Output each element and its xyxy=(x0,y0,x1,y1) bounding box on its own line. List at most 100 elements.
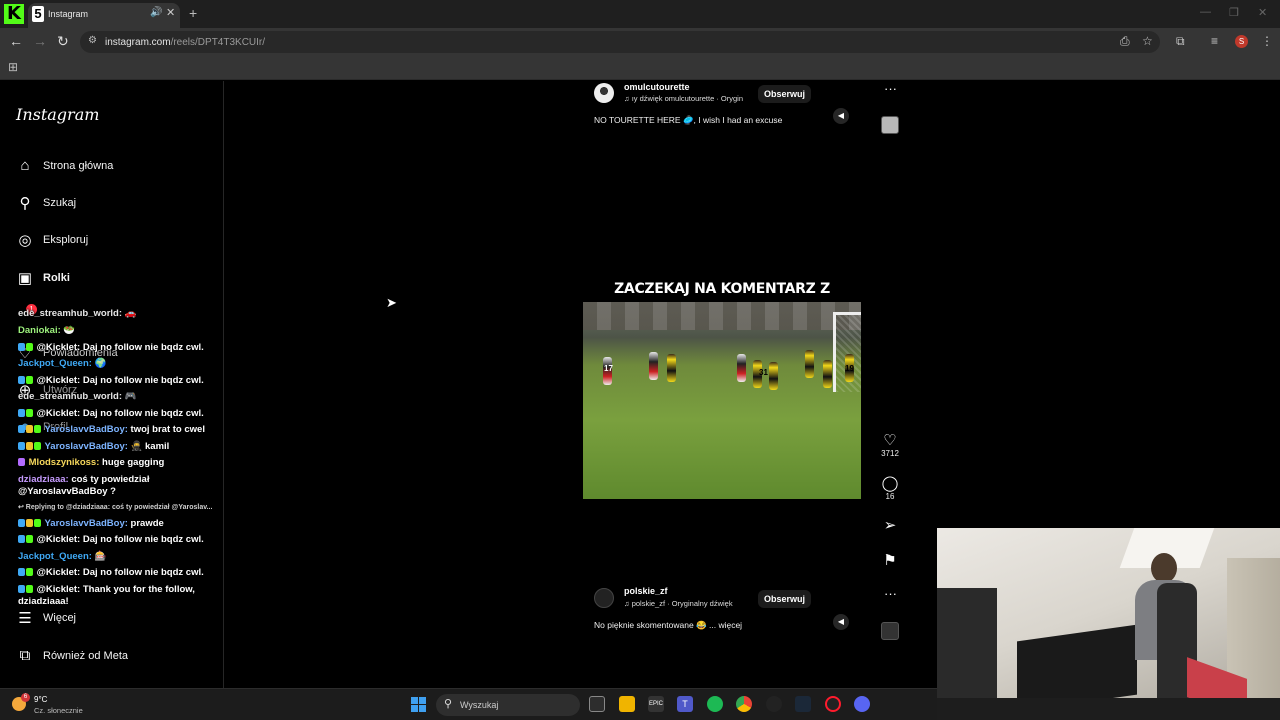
media-control-icon[interactable]: ≡ xyxy=(1211,34,1218,48)
more-options-icon[interactable]: ··· xyxy=(884,586,897,601)
comment-count: 16 xyxy=(885,492,895,501)
reel-header: omulcutourette ♫ ıy dźwięk omulcutourett… xyxy=(594,81,904,113)
mute-icon[interactable]: ◀ xyxy=(833,614,849,630)
browser-toolbar: ← → ↻ ⚙ instagram.com/reels/DPT4T3KCUIr/… xyxy=(0,28,1280,56)
tab-favicon: 5 xyxy=(32,6,44,22)
football-field: 17 31 19 xyxy=(583,302,861,499)
like-button[interactable]: ♡ 3712 xyxy=(880,431,900,458)
player xyxy=(737,354,746,382)
chat-message: @Kicklet: Daj no follow nie bqdz cwl. xyxy=(18,375,204,386)
reels-icon: ▣ xyxy=(17,270,33,287)
windows-start-icon[interactable] xyxy=(411,697,427,713)
github-icon[interactable] xyxy=(766,696,782,712)
kick-app-icon[interactable]: K xyxy=(4,4,24,24)
file-explorer-icon[interactable] xyxy=(619,696,635,712)
bookmark-star-icon[interactable]: ☆ xyxy=(1142,34,1153,48)
discord-icon[interactable] xyxy=(854,696,870,712)
opera-gx-icon[interactable] xyxy=(825,696,841,712)
weather-temperature[interactable]: 9°C xyxy=(34,695,47,704)
windows-taskbar: 6 9°C Cz. słonecznie ⚲ Wyszukaj EPIC T xyxy=(0,688,937,720)
follow-button[interactable]: Obserwuj xyxy=(758,590,812,608)
sidebar-item-explore[interactable]: ◎ Eksploruj xyxy=(16,229,216,253)
maximize-icon[interactable]: ❐ xyxy=(1229,6,1239,19)
chat-message: YaroslavvBadBoy: prawde xyxy=(18,518,164,529)
chat-message: @Kicklet: Daj no follow nie bqdz cwl. xyxy=(18,567,204,578)
teams-icon[interactable]: T xyxy=(677,696,693,712)
weather-description[interactable]: Cz. słonecznie xyxy=(34,706,83,715)
site-info-icon[interactable]: ⚙ xyxy=(88,35,97,46)
sidebar-item-label: Szukaj xyxy=(43,197,77,209)
username[interactable]: polskie_zf xyxy=(624,586,668,596)
shirt-number: 17 xyxy=(604,364,613,373)
audio-info[interactable]: ♫ ıy dźwięk omulcutourette · Orygin xyxy=(624,94,743,103)
share-button[interactable]: ➢ xyxy=(880,516,900,534)
player xyxy=(769,362,778,390)
bookmark-icon: ⚑ xyxy=(883,552,897,569)
mouse-cursor-icon: ➤ xyxy=(386,295,397,310)
user-avatar[interactable] xyxy=(594,588,614,608)
sidebar-item-search[interactable]: ⚲ Szukaj xyxy=(16,192,216,216)
profile-avatar[interactable]: S xyxy=(1235,35,1248,48)
chat-message: ede_streamhub_world: 🎮 xyxy=(18,391,137,402)
taskbar-search[interactable]: ⚲ Wyszukaj xyxy=(436,694,580,716)
chat-message: Jackpot_Queen: 🎰 xyxy=(18,551,107,562)
url-text[interactable]: instagram.com/reels/DPT4T3KCUIr/ xyxy=(105,37,265,48)
player xyxy=(649,352,658,380)
address-bar[interactable]: ⚙ instagram.com/reels/DPT4T3KCUIr/ xyxy=(80,31,1160,53)
reel-video[interactable]: ZACZEKAJ NA KOMENTARZ Z TRYBUN😅 17 31 19 xyxy=(583,272,861,499)
task-view-icon[interactable] xyxy=(589,696,605,712)
comment-button[interactable]: ◯ 16 xyxy=(880,474,900,501)
close-window-icon[interactable]: ✕ xyxy=(1258,6,1267,19)
chat-message: Mlodszynikoss: huge gagging xyxy=(18,457,164,468)
browser-tab-instagram[interactable]: 5 Instagram 🔊 ✕ xyxy=(28,3,180,28)
audio-info[interactable]: ♫ polskie_zf · Oryginalny dźwięk xyxy=(624,599,733,608)
extensions-icon[interactable]: ⧉ xyxy=(1176,34,1185,49)
menu-dots-icon[interactable]: ⋮ xyxy=(1261,34,1273,48)
menu-icon: ☰ xyxy=(18,610,32,627)
chat-message: YaroslavvBadBoy: 🥷 kamil xyxy=(18,441,169,452)
close-tab-icon[interactable]: ✕ xyxy=(166,6,175,19)
stands xyxy=(583,302,861,330)
install-app-icon[interactable]: ⎙ xyxy=(1120,34,1130,49)
player xyxy=(823,360,832,388)
audio-thumbnail[interactable] xyxy=(881,622,899,640)
instagram-logo[interactable]: Instagram xyxy=(16,105,99,124)
steam-icon[interactable] xyxy=(795,696,811,712)
chat-message: Daniokai: 🥗 xyxy=(18,325,76,336)
back-icon[interactable]: ← xyxy=(9,33,23,49)
follow-button[interactable]: Obserwuj xyxy=(758,85,812,103)
reload-icon[interactable]: ↻ xyxy=(57,33,69,50)
compass-icon: ◎ xyxy=(18,232,32,249)
user-avatar[interactable] xyxy=(594,83,614,103)
sidebar-item-home[interactable]: ⌂ Strona główna xyxy=(16,155,216,179)
speaker-icon[interactable]: 🔊 xyxy=(150,7,162,18)
chat-message: dziadziaaa: coś ty powiedział xyxy=(18,474,150,485)
sidebar-item-label: Więcej xyxy=(43,612,77,624)
audio-thumbnail[interactable] xyxy=(881,116,899,134)
sidebar-item-reels[interactable]: ▣ Rolki xyxy=(16,267,216,291)
epic-games-icon[interactable]: EPIC xyxy=(648,696,664,712)
meta-icon: ⧉ xyxy=(19,647,31,664)
apps-grid-icon[interactable]: ⊞ xyxy=(8,60,18,74)
forward-icon[interactable]: → xyxy=(33,33,47,49)
webcam-overlay xyxy=(937,528,1280,720)
mute-icon[interactable]: ◀ xyxy=(833,108,849,124)
sidebar-item-also-from-meta[interactable]: ⧉ Również od Meta xyxy=(16,645,216,669)
minimize-icon[interactable]: — xyxy=(1200,6,1211,18)
shirt-number: 31 xyxy=(759,368,768,377)
search-icon: ⚲ xyxy=(444,698,453,710)
sidebar-item-label: Również od Meta xyxy=(43,650,128,662)
spotify-icon[interactable] xyxy=(707,696,723,712)
more-options-icon[interactable]: ··· xyxy=(884,81,897,96)
chat-message: @Kicklet: Thank you for the follow, xyxy=(18,584,195,595)
bookmarks-bar: ⊞ xyxy=(0,56,1280,80)
video-overlay-text: ZACZEKAJ NA KOMENTARZ Z TRYBUN😅 xyxy=(583,272,861,331)
username[interactable]: omulcutourette xyxy=(624,82,690,92)
chrome-icon[interactable] xyxy=(736,696,752,712)
save-button[interactable]: ⚑ xyxy=(880,551,900,569)
sidebar-item-more[interactable]: ☰ Więcej xyxy=(16,607,216,631)
new-tab-icon[interactable]: + xyxy=(189,5,197,21)
comment-icon: ◯ xyxy=(881,475,899,492)
chat-message: @YaroslavvBadBoy ? xyxy=(18,486,116,497)
chat-message: @Kicklet: Daj no follow nie bqdz cwl. xyxy=(18,408,204,419)
